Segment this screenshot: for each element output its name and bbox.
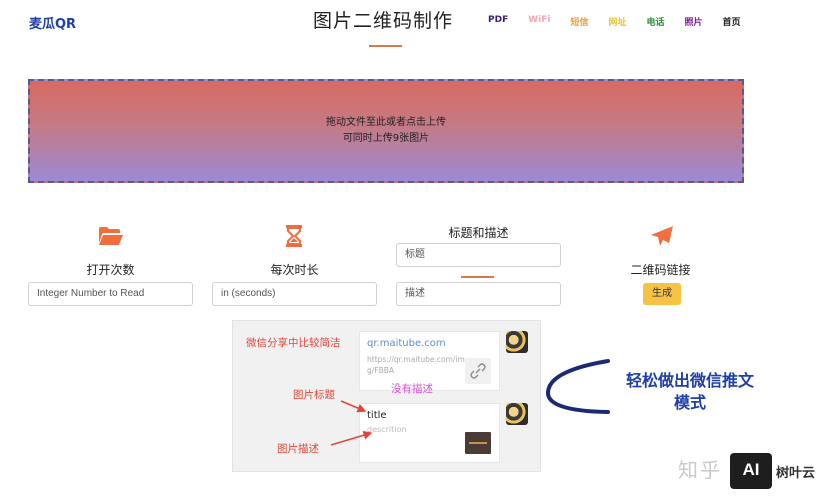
duration-label: 每次时长 [270,263,319,277]
nav-wifi[interactable]: WiFi [528,15,550,28]
nav-home[interactable]: 首页 [723,15,741,28]
upload-limit-hint: 可同时上传9张图片 [342,133,430,144]
brand-logo[interactable]: 麦瓜QR [29,13,76,32]
promo-caption-line1: 轻松做出微信推文 [625,371,754,390]
ai-badge: AI [730,453,772,489]
share-preview-demo: 微信分享中比较简洁 qr.maitube.com https://qr.mait… [232,320,541,472]
title-underline [369,45,402,47]
folder-open-icon [99,227,123,245]
paper-plane-icon [651,226,673,246]
upload-dropzone[interactable]: 拖动文件至此或者点击上传 可同时上传9张图片 [28,79,744,183]
link-label: 二维码链接 [630,263,691,277]
reads-input[interactable]: Integer Number to Read [28,282,193,306]
nav-sms[interactable]: 短信 [570,15,588,28]
title-input[interactable]: 标题 [396,243,561,267]
page-title: 图片二维码制作 [313,10,454,32]
description-input[interactable]: 描述 [396,282,561,306]
generate-button[interactable]: 生成 [643,283,681,305]
promo-caption-line2: 模式 [673,393,706,412]
duration-input[interactable]: in (seconds) [212,282,377,306]
zhihu-watermark: 知乎 [678,458,722,482]
meta-divider [461,276,494,278]
meta-label: 标题和描述 [448,226,509,240]
annotation-arrows [330,400,373,446]
nav-url[interactable]: 网址 [608,15,626,28]
top-nav: PDF WiFi 短信 网址 电话 照片 首页 [488,15,761,28]
nav-phone[interactable]: 电话 [647,15,665,28]
promo-caption: 轻松做出微信推文 模式 [600,370,780,414]
hourglass-icon [286,225,302,247]
upload-hint: 拖动文件至此或者点击上传 [326,117,446,128]
nav-photo[interactable]: 照片 [685,15,703,28]
reads-label: 打开次数 [86,263,135,277]
watermark-brand: 树叶云 [776,466,816,481]
nav-pdf[interactable]: PDF [488,15,508,28]
